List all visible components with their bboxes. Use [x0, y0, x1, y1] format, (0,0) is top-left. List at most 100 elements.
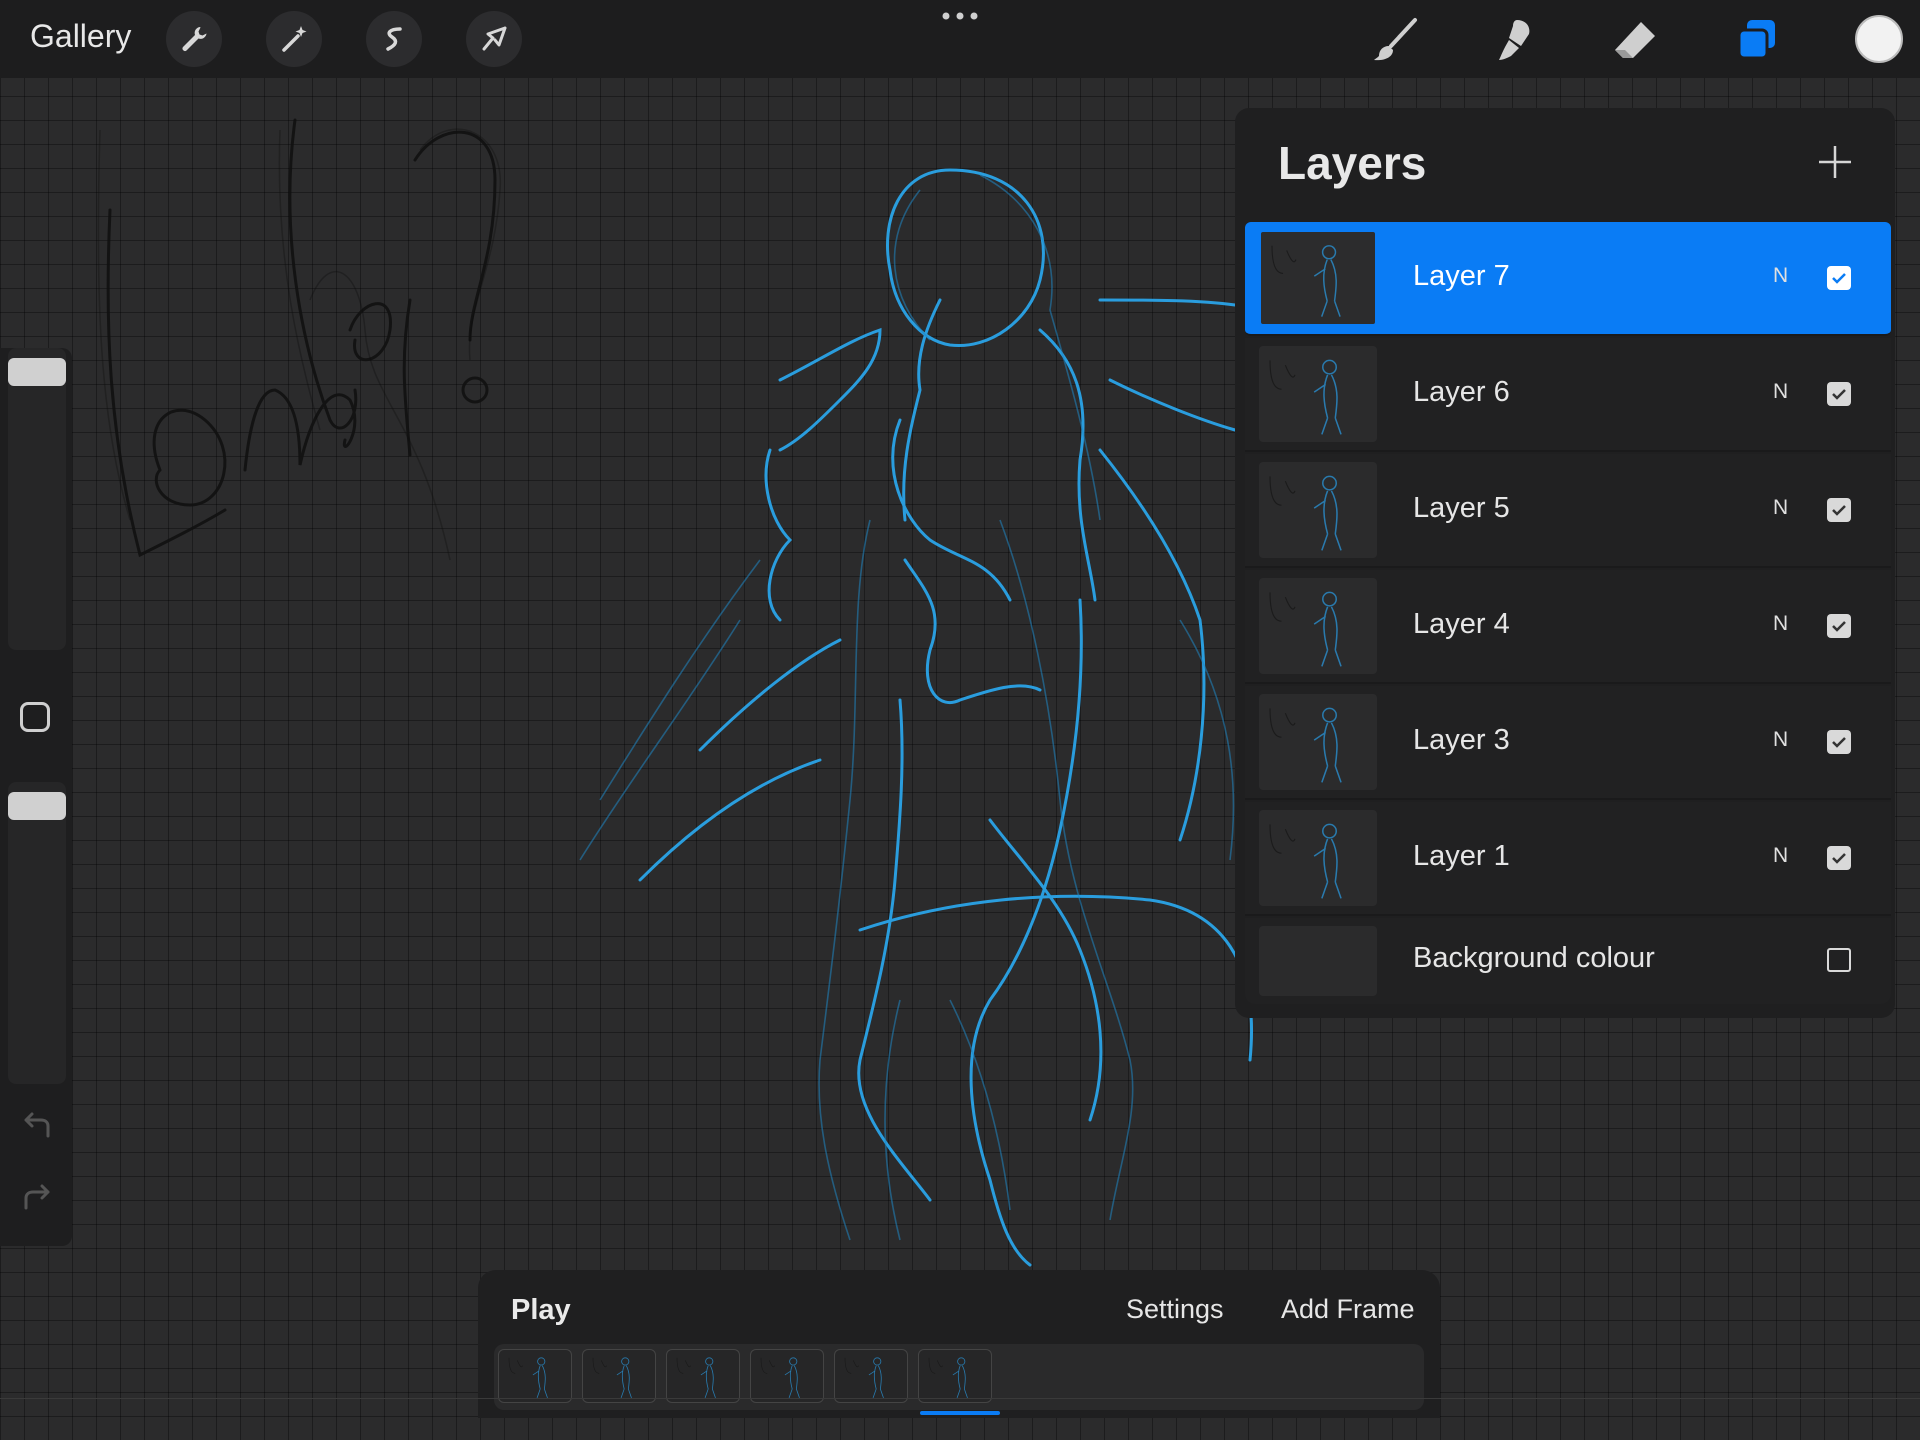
blend-mode-button[interactable]: N — [1773, 496, 1788, 520]
layer-row-7[interactable]: Layer 7 N — [1245, 222, 1891, 336]
actions-button[interactable] — [166, 11, 222, 67]
visibility-checkbox[interactable] — [1827, 382, 1851, 406]
layer-name: Layer 7 — [1413, 260, 1510, 292]
sketch-lettering — [106, 118, 497, 558]
frame-thumbnail[interactable] — [918, 1349, 992, 1403]
layer-thumbnail — [1259, 462, 1377, 558]
more-options-icon[interactable] — [940, 8, 980, 24]
modify-button[interactable] — [20, 702, 50, 732]
thumbnail-sketch — [1269, 707, 1342, 783]
layers-title: Layers — [1278, 137, 1427, 189]
layer-row-4[interactable]: Layer 4 N — [1245, 570, 1891, 684]
plus-icon[interactable] — [1817, 144, 1853, 180]
layer-thumbnail — [1259, 810, 1377, 906]
visibility-checkbox[interactable] — [1827, 730, 1851, 754]
thumbnail-sketch — [592, 1357, 632, 1398]
top-toolbar: Gallery — [0, 0, 1920, 78]
thumbnail-sketch — [1269, 475, 1342, 551]
thumbnail-sketch — [508, 1357, 548, 1398]
layer-name: Layer 4 — [1413, 608, 1510, 640]
frame-thumbnail[interactable] — [498, 1349, 572, 1403]
blend-mode-button[interactable]: N — [1773, 380, 1788, 404]
layer-row-5[interactable]: Layer 5 N — [1245, 454, 1891, 568]
layer-name: Layer 3 — [1413, 724, 1510, 756]
left-sidebar — [0, 348, 72, 1246]
adjustments-button[interactable] — [266, 11, 322, 67]
thumbnail-sketch — [760, 1357, 800, 1398]
layer-row-6[interactable]: Layer 6 N — [1245, 338, 1891, 452]
brush-size-slider[interactable] — [8, 348, 66, 650]
frame-timeline[interactable] — [494, 1344, 1424, 1410]
smudge-icon — [1499, 20, 1530, 60]
brush-icon — [1374, 18, 1417, 61]
sketch-figure-guides — [579, 174, 1235, 1241]
sketch-lettering-guides — [97, 128, 501, 561]
thumbnail-sketch — [1269, 591, 1342, 667]
redo-icon[interactable] — [18, 1182, 56, 1216]
opacity-thumb[interactable] — [8, 792, 66, 820]
visibility-checkbox[interactable] — [1827, 614, 1851, 638]
visibility-checkbox[interactable] — [1827, 846, 1851, 870]
wrench-icon — [182, 27, 207, 51]
transform-arrow-icon — [482, 26, 507, 51]
layer-name: Layer 5 — [1413, 492, 1510, 524]
frame-thumbnail[interactable] — [666, 1349, 740, 1403]
checkmark-icon — [1832, 853, 1846, 864]
blend-mode-button[interactable]: N — [1773, 612, 1788, 636]
gallery-button[interactable]: Gallery — [30, 18, 131, 55]
thumbnail-sketch — [844, 1357, 884, 1398]
blend-mode-button[interactable]: N — [1773, 844, 1788, 868]
layer-name: Layer 6 — [1413, 376, 1510, 408]
layer-thumbnail — [1259, 578, 1377, 674]
frame-thumbnail[interactable] — [582, 1349, 656, 1403]
checkmark-icon — [1832, 389, 1846, 400]
layer-name: Layer 1 — [1413, 840, 1510, 872]
play-button[interactable]: Play — [511, 1294, 571, 1327]
selection-icon — [386, 27, 402, 51]
color-picker-button[interactable] — [1855, 15, 1903, 63]
frame-thumbnail[interactable] — [834, 1349, 908, 1403]
layers-button[interactable] — [1729, 12, 1785, 68]
transform-button[interactable] — [466, 11, 522, 67]
frame-thumbnail[interactable] — [750, 1349, 824, 1403]
thumbnail-sketch — [676, 1357, 716, 1398]
add-frame-button[interactable]: Add Frame — [1281, 1294, 1415, 1325]
layer-row-3[interactable]: Layer 3 N — [1245, 686, 1891, 800]
smudge-button[interactable] — [1487, 12, 1543, 68]
visibility-checkbox[interactable] — [1827, 948, 1851, 972]
checkmark-icon — [1832, 505, 1846, 516]
visibility-checkbox[interactable] — [1827, 498, 1851, 522]
thumbnail-sketch — [928, 1357, 968, 1398]
layers-panel: Layers Layer 7 N Layer 6 N Layer 5 N Lay… — [1235, 108, 1895, 1018]
layer-name: Background colour — [1413, 942, 1655, 974]
layer-thumbnail — [1259, 694, 1377, 790]
thumbnail-sketch — [1269, 823, 1342, 899]
layer-thumbnail — [1259, 230, 1377, 326]
layer-row-1[interactable]: Layer 1 N — [1245, 802, 1891, 916]
thumbnail-sketch — [1271, 245, 1341, 317]
selection-button[interactable] — [366, 11, 422, 67]
brush-button[interactable] — [1367, 12, 1423, 68]
thumbnail-sketch — [1269, 359, 1342, 435]
undo-icon[interactable] — [18, 1110, 56, 1144]
checkmark-icon — [1832, 273, 1846, 284]
blend-mode-button[interactable]: N — [1773, 264, 1788, 288]
eraser-icon — [1615, 22, 1655, 58]
checkmark-icon — [1832, 737, 1846, 748]
animation-settings-button[interactable]: Settings — [1126, 1294, 1224, 1325]
current-frame-indicator — [920, 1411, 1000, 1415]
animation-assist-bar: Play Settings Add Frame — [478, 1270, 1440, 1418]
brush-size-thumb[interactable] — [8, 358, 66, 386]
background-color-swatch[interactable] — [1259, 926, 1377, 996]
magic-wand-icon — [282, 26, 307, 52]
canvas-bottom-divider — [0, 1398, 1920, 1399]
opacity-slider[interactable] — [8, 782, 66, 1084]
sketch-figure — [638, 168, 1253, 1267]
layer-thumbnail — [1259, 346, 1377, 442]
eraser-button[interactable] — [1607, 12, 1663, 68]
layers-icon — [1737, 20, 1775, 60]
layer-row-background[interactable]: Background colour — [1245, 918, 1891, 1004]
visibility-checkbox[interactable] — [1827, 266, 1851, 290]
blend-mode-button[interactable]: N — [1773, 728, 1788, 752]
checkmark-icon — [1832, 621, 1846, 632]
